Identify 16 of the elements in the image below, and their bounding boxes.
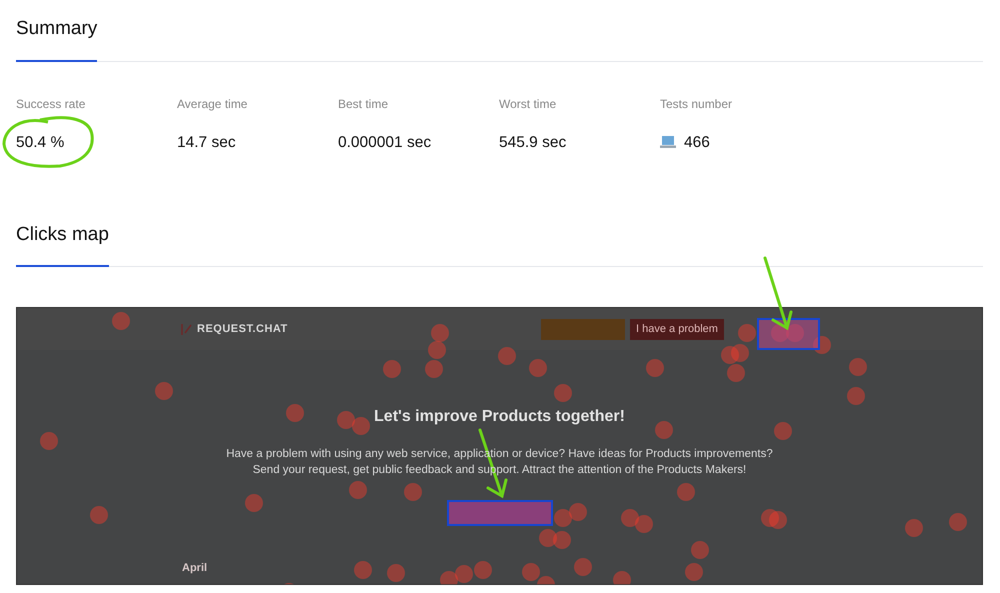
stat-label: Worst time (499, 96, 558, 112)
stat-label: Tests number (660, 96, 734, 112)
screenshot-heading: Let's improve Products together! (374, 407, 625, 428)
stat-value: 14.7 sec (177, 132, 236, 152)
stat-value: 545.9 sec (499, 132, 566, 152)
stat-label: Success rate (16, 96, 86, 112)
section-title: Clicks map (16, 206, 109, 268)
stat-value: 466 (684, 132, 710, 152)
section-title: Summary (16, 0, 98, 62)
stat-label: Average time (177, 96, 248, 112)
site-logo: REQUEST.CHAT (197, 322, 288, 337)
stat-value: 0.000001 sec (338, 132, 432, 152)
stat-label: Best time (338, 96, 390, 112)
stat-value: 50.4 % (16, 132, 64, 152)
header-button[interactable]: I have a problem (630, 318, 724, 340)
month-label: April (182, 561, 208, 576)
